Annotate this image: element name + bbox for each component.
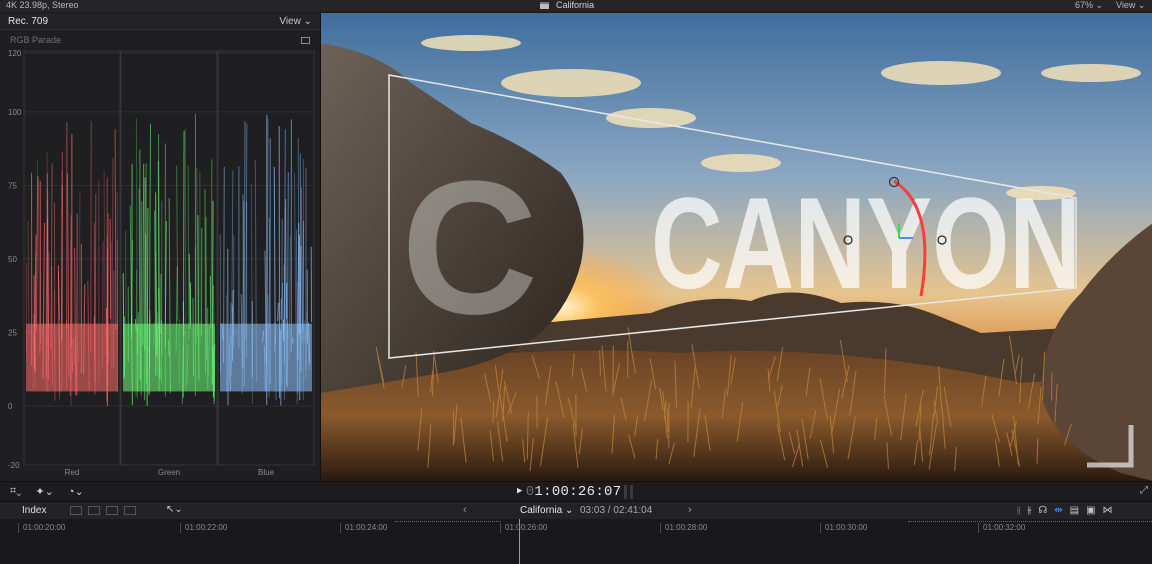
play-icon[interactable]: ▶	[517, 486, 523, 496]
ruler-timecode: 01:00:24:00	[340, 523, 387, 533]
scope-scale-label: 0	[8, 402, 13, 411]
clip-appearance-icon[interactable]: ▤	[1070, 505, 1079, 516]
scope-scale-label: 50	[8, 255, 17, 264]
connect-clip-icon[interactable]	[70, 506, 82, 515]
timeline-toolbar: Index ↖⌄ ‹ California ⌄ 03:03 / 02:41:04…	[0, 501, 1152, 519]
scope-type: RGB Parade	[10, 35, 62, 45]
effects-browser-icon[interactable]: ⋈	[1103, 505, 1113, 516]
grass-blade	[492, 401, 495, 423]
scope-trace	[293, 173, 297, 325]
edit-buttons	[70, 506, 136, 515]
ruler-range	[395, 521, 501, 522]
scope-trace-dense	[123, 323, 215, 392]
snapping-icon[interactable]: ⇹	[1054, 505, 1062, 516]
project-title: California	[556, 0, 595, 10]
insert-clip-icon[interactable]	[88, 506, 100, 515]
ruler-timecode: 01:00:30:00	[820, 523, 867, 533]
audio-skimming-icon[interactable]: ⫳	[1027, 505, 1031, 516]
scope-trace	[187, 165, 190, 342]
scope-settings-icon[interactable]	[301, 36, 310, 44]
video-scope-panel: Rec. 709 View ⌄ RGB Parade 120 100 75 50 25 0…	[0, 13, 320, 481]
scope-subheader: RGB Parade	[0, 30, 320, 50]
timecode-display[interactable]: ▶ 01:00:26:07	[517, 484, 621, 500]
scope-trace	[114, 129, 117, 331]
scope-scale-label: 120	[8, 49, 22, 58]
enhance-icon[interactable]: ✦⌄	[35, 485, 53, 498]
scope-trace	[277, 302, 279, 322]
zoom-menu[interactable]: 67% ⌄	[1075, 0, 1103, 11]
timeline-project-menu[interactable]: California ⌄	[520, 505, 573, 516]
skimming-icon[interactable]: ⫲	[1017, 505, 1020, 516]
ruler-timecode: 01:00:32:00	[978, 523, 1025, 533]
back-arrow-icon[interactable]: ‹	[463, 504, 467, 516]
title-letter-c: C	[401, 142, 538, 354]
title-3d-text: CANYON	[651, 170, 1081, 316]
ruler-timecode: 01:00:26:00	[500, 523, 547, 533]
scope-trace	[35, 175, 39, 332]
scope-trace-dense	[26, 323, 118, 392]
scope-channel-label: Red	[65, 468, 80, 477]
index-button[interactable]: Index	[22, 505, 46, 516]
ruler-timecode: 01:00:20:00	[18, 523, 65, 533]
timeline-index-icon[interactable]: ▣	[1086, 505, 1095, 516]
viewer-frame: C CANYON	[321, 13, 1152, 481]
scope-trace	[142, 163, 145, 345]
scope-channel-label: Blue	[258, 468, 275, 477]
fullscreen-icon[interactable]: ⤢	[1140, 485, 1148, 496]
format-label: 4K 23.98p, Stereo	[6, 0, 79, 10]
scope-header: Rec. 709 View ⌄	[0, 13, 320, 30]
scope-channel-blue: Blue	[217, 50, 315, 477]
top-bar: 4K 23.98p, Stereo California 67% ⌄ View …	[0, 0, 1152, 12]
viewer[interactable]: C CANYON	[320, 13, 1152, 481]
playback-bar: ⌗⌄ ✦⌄ ◔⌄ ▶ 01:00:26:07 ⤢	[0, 481, 1152, 501]
ruler-range-2	[908, 521, 1152, 522]
scope-trace-dense	[220, 323, 312, 392]
scope-scale-label: -20	[8, 461, 20, 470]
scope-trace	[196, 167, 198, 336]
scope-channels: Red Green Blue	[23, 50, 315, 477]
transform-icon[interactable]: ⌗⌄	[10, 485, 21, 498]
ruler-timecode: 01:00:28:00	[660, 523, 707, 533]
scope-scale-label: 25	[8, 329, 17, 338]
clapper-icon	[540, 2, 549, 9]
scope-channel-red: Red	[23, 50, 121, 477]
color-standard: Rec. 709	[8, 15, 49, 27]
scope-scale-label: 75	[8, 181, 17, 190]
scope-scale-label: 100	[8, 108, 22, 117]
timeline-right-tools: ⫲ ⫳ ☊ ⇹ ▤ ▣ ⋈	[1017, 505, 1113, 516]
solo-icon[interactable]: ☊	[1038, 505, 1047, 516]
viewer-view-menu[interactable]: View ⌄	[1116, 0, 1145, 11]
timeline-position: 03:03 / 02:41:04	[580, 505, 653, 516]
select-tool-icon[interactable]: ↖⌄	[166, 504, 183, 515]
viewer-title: California	[540, 0, 594, 11]
forward-arrow-icon[interactable]: ›	[688, 504, 692, 516]
viewer-tools: ⌗⌄ ✦⌄ ◔⌄	[10, 485, 84, 498]
timecode-value: 1:00:26:07	[534, 484, 622, 500]
scope-channel-label: Green	[158, 468, 180, 477]
scope-trace	[300, 187, 304, 343]
rgb-parade: 120 100 75 50 25 0 -20 Red Green Blue	[8, 49, 315, 477]
overwrite-clip-icon[interactable]	[124, 506, 136, 515]
scope-trace	[210, 159, 213, 324]
append-clip-icon[interactable]	[106, 506, 118, 515]
scope-trace	[27, 220, 30, 333]
scope-view-menu[interactable]: View ⌄	[279, 16, 312, 27]
scope-channel-green: Green	[120, 50, 218, 477]
audio-meter-icon	[624, 485, 633, 499]
speed-icon[interactable]: ◔⌄	[68, 485, 84, 498]
timeline-ruler[interactable]: 01:00:20:00 01:00:22:00 01:00:24:00 01:00:2…	[0, 519, 1152, 564]
ruler-timecode: 01:00:22:00	[180, 523, 227, 533]
scope-trace	[273, 166, 276, 344]
